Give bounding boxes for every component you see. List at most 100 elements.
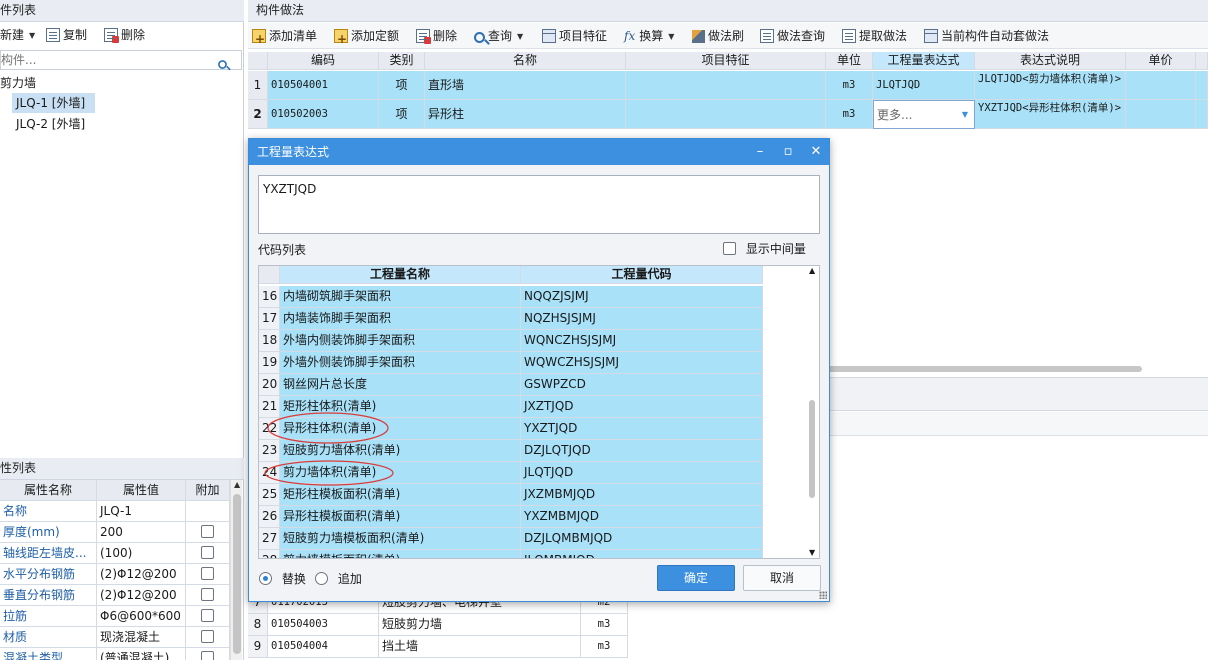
property-scrollbar[interactable]: ▲ (230, 480, 242, 660)
quantity-name-cell[interactable]: 短肢剪力墙模板面积(清单) (280, 528, 521, 550)
main-h-scrollbar[interactable] (828, 366, 1142, 372)
property-extra-checkbox[interactable] (201, 588, 214, 601)
property-extra-checkbox[interactable] (201, 567, 214, 580)
quantity-code-cell[interactable]: GSWPZCD (521, 374, 763, 396)
property-value[interactable]: 200 (97, 522, 186, 543)
lower-list-row[interactable]: 9 010504004 挡土墙 m3 (248, 636, 628, 658)
code-list-row[interactable]: 19 外墙外侧装饰脚手架面积 WQWCZHSJSJMJ (259, 352, 763, 374)
expression-input[interactable]: YXZTJQD (258, 175, 820, 234)
quantity-name-cell[interactable]: 外墙外侧装饰脚手架面积 (280, 352, 521, 374)
quantity-code-cell[interactable]: NQQZJSJMJ (521, 286, 763, 308)
method-row[interactable]: 2 010502003 项异形柱 m3 更多... ▼ YXZTJQD<异形柱体积(清单)> (248, 100, 1208, 129)
quantity-name-cell[interactable]: 外墙内侧装饰脚手架面积 (280, 330, 521, 352)
property-row[interactable]: 水平分布钢筋 (2)Φ12@200 (0, 564, 230, 585)
expression-description-cell[interactable]: JLQTJQD<剪力墙体积(清单)> (975, 71, 1126, 100)
delete-component-button[interactable]: 删除 (104, 23, 145, 47)
property-extra-cell[interactable] (186, 585, 230, 606)
tree-root-shear-wall[interactable]: 剪力墙 (0, 73, 36, 93)
type-cell[interactable]: 项 (379, 71, 425, 100)
quantity-name-cell[interactable]: 剪力墙模板面积(清单) (280, 550, 521, 558)
item-feature-cell[interactable] (626, 100, 826, 129)
quantity-name-cell[interactable]: 内墙砌筑脚手架面积 (280, 286, 521, 308)
property-value[interactable]: JLQ-1 (97, 501, 186, 522)
quantity-code-cell[interactable]: DZJLQTJQD (521, 440, 763, 462)
minimize-icon[interactable]: – (747, 139, 773, 165)
method-query-button[interactable]: 做法查询 (760, 24, 825, 48)
resize-grip-icon[interactable] (819, 591, 827, 599)
property-row[interactable]: 拉筋 Φ6@600*600 (0, 606, 230, 627)
new-dropdown-caret-icon[interactable]: ▼ (29, 24, 35, 48)
property-row[interactable]: 垂直分布钢筋 (2)Φ12@200 (0, 585, 230, 606)
copy-button[interactable]: 复制 (46, 23, 87, 47)
name-cell[interactable]: 直形墙 (425, 71, 626, 100)
expression-cell[interactable]: JLQTJQD (873, 71, 975, 100)
convert-dropdown-caret-icon[interactable]: ▼ (668, 25, 674, 49)
extract-method-button[interactable]: 提取做法 (842, 24, 907, 48)
quantity-code-cell[interactable]: JLQMBMJQD (521, 550, 763, 558)
code-list-row[interactable]: 22 异形柱体积(清单) YXZTJQD (259, 418, 763, 440)
lower-list-row[interactable]: 8 010504003 短肢剪力墙 m3 (248, 614, 628, 636)
property-extra-cell[interactable] (186, 543, 230, 564)
close-icon[interactable]: ✕ (803, 139, 829, 165)
lower-name-cell[interactable]: 短肢剪力墙 (379, 614, 581, 636)
search-icon[interactable] (217, 60, 227, 69)
code-cell[interactable]: 010504001 (268, 71, 379, 100)
property-extra-cell[interactable] (186, 522, 230, 543)
tree-item-jlq-1[interactable]: JLQ-1 [外墙] (12, 93, 95, 113)
code-list-row[interactable]: 18 外墙内侧装饰脚手架面积 WQNCZHSJSJMJ (259, 330, 763, 352)
property-value[interactable]: (2)Φ12@200 (97, 564, 186, 585)
quantity-code-cell[interactable]: WQWCZHSJSJMJ (521, 352, 763, 374)
name-cell[interactable]: 异形柱 (425, 100, 626, 129)
property-extra-cell[interactable] (186, 501, 230, 522)
code-list-row[interactable]: 28剪力墙模板面积(清单)JLQMBMJQD (259, 550, 763, 558)
show-intermediate-checkbox[interactable]: 显示中间量 (723, 240, 806, 257)
quantity-code-cell[interactable]: YXZTJQD (521, 418, 763, 440)
radio-replace[interactable]: 替换 (259, 570, 306, 587)
quantity-code-cell[interactable]: JXZTJQD (521, 396, 763, 418)
property-value[interactable]: (普通混凝土) (97, 648, 186, 660)
code-scroll-up-icon[interactable]: ▲ (809, 266, 815, 275)
property-row[interactable]: 混凝土类型 (普通混凝土) (0, 648, 230, 660)
item-feature-cell[interactable] (626, 71, 826, 100)
quantity-name-cell[interactable]: 矩形柱体积(清单) (280, 396, 521, 418)
code-scroll-thumb[interactable] (809, 400, 815, 498)
property-extra-checkbox[interactable] (201, 609, 214, 622)
property-value[interactable]: (2)Φ12@200 (97, 585, 186, 606)
quantity-code-cell[interactable]: WQNCZHSJSJMJ (521, 330, 763, 352)
quantity-code-cell[interactable]: JXZMBMJQD (521, 484, 763, 506)
expression-dropdown-caret-icon[interactable]: ▼ (962, 101, 968, 128)
scroll-up-icon[interactable]: ▲ (234, 480, 240, 489)
property-row[interactable]: 厚度(mm) 200 (0, 522, 230, 543)
property-value[interactable]: Φ6@600*600 (97, 606, 186, 627)
code-list-row[interactable]: 17 内墙装饰脚手架面积 NQZHSJSJMJ (259, 308, 763, 330)
add-quota-button[interactable]: 添加定额 (334, 24, 399, 51)
type-cell[interactable]: 项 (379, 100, 425, 129)
code-list-row[interactable]: 21 矩形柱体积(清单) JXZTJQD (259, 396, 763, 418)
lower-unit-cell[interactable]: m3 (581, 636, 628, 658)
quantity-name-cell[interactable]: 内墙装饰脚手架面积 (280, 308, 521, 330)
property-extra-checkbox[interactable] (201, 525, 214, 538)
code-list-row[interactable]: 23 短肢剪力墙体积(清单) DZJLQTJQD (259, 440, 763, 462)
code-list-row[interactable]: 16 内墙砌筑脚手架面积 NQQZJSJMJ (259, 286, 763, 308)
lower-code-cell[interactable]: 010504004 (268, 636, 379, 658)
tree-item-jlq-2[interactable]: JLQ-2 [外墙] (12, 114, 85, 134)
query-button[interactable]: 查询 ▼ (474, 24, 523, 48)
property-value[interactable]: 现浇混凝土 (97, 627, 186, 648)
unit-cell[interactable]: m3 (826, 71, 873, 100)
property-extra-cell[interactable] (186, 606, 230, 627)
dialog-title-bar[interactable]: 工程量表达式 – ▫ ✕ (249, 139, 829, 165)
expression-dropdown[interactable]: 更多... ▼ (873, 100, 975, 129)
code-list-row[interactable]: 20 钢丝网片总长度 GSWPZCD (259, 374, 763, 396)
ok-button[interactable]: 确定 (657, 565, 735, 591)
maximize-icon[interactable]: ▫ (775, 139, 801, 165)
quantity-code-cell[interactable]: NQZHSJSJMJ (521, 308, 763, 330)
unit-price-cell[interactable] (1126, 71, 1196, 100)
delete-method-button[interactable]: 删除 (416, 24, 457, 48)
method-row[interactable]: 1 010504001 项直形墙 m3 JLQTJQD JLQTJQD<剪力墙体积(清单)… (248, 71, 1208, 100)
code-list-row[interactable]: 26 异形柱模板面积(清单) YXZMBMJQD (259, 506, 763, 528)
property-scroll-thumb[interactable] (233, 494, 241, 654)
quantity-name-cell[interactable]: 矩形柱模板面积(清单) (280, 484, 521, 506)
code-list-row[interactable]: 24 剪力墙体积(清单) JLQTJQD (259, 462, 763, 484)
expression-description-cell[interactable]: YXZTJQD<异形柱体积(清单)> (975, 100, 1126, 129)
code-list-row[interactable]: 25 矩形柱模板面积(清单) JXZMBMJQD (259, 484, 763, 506)
